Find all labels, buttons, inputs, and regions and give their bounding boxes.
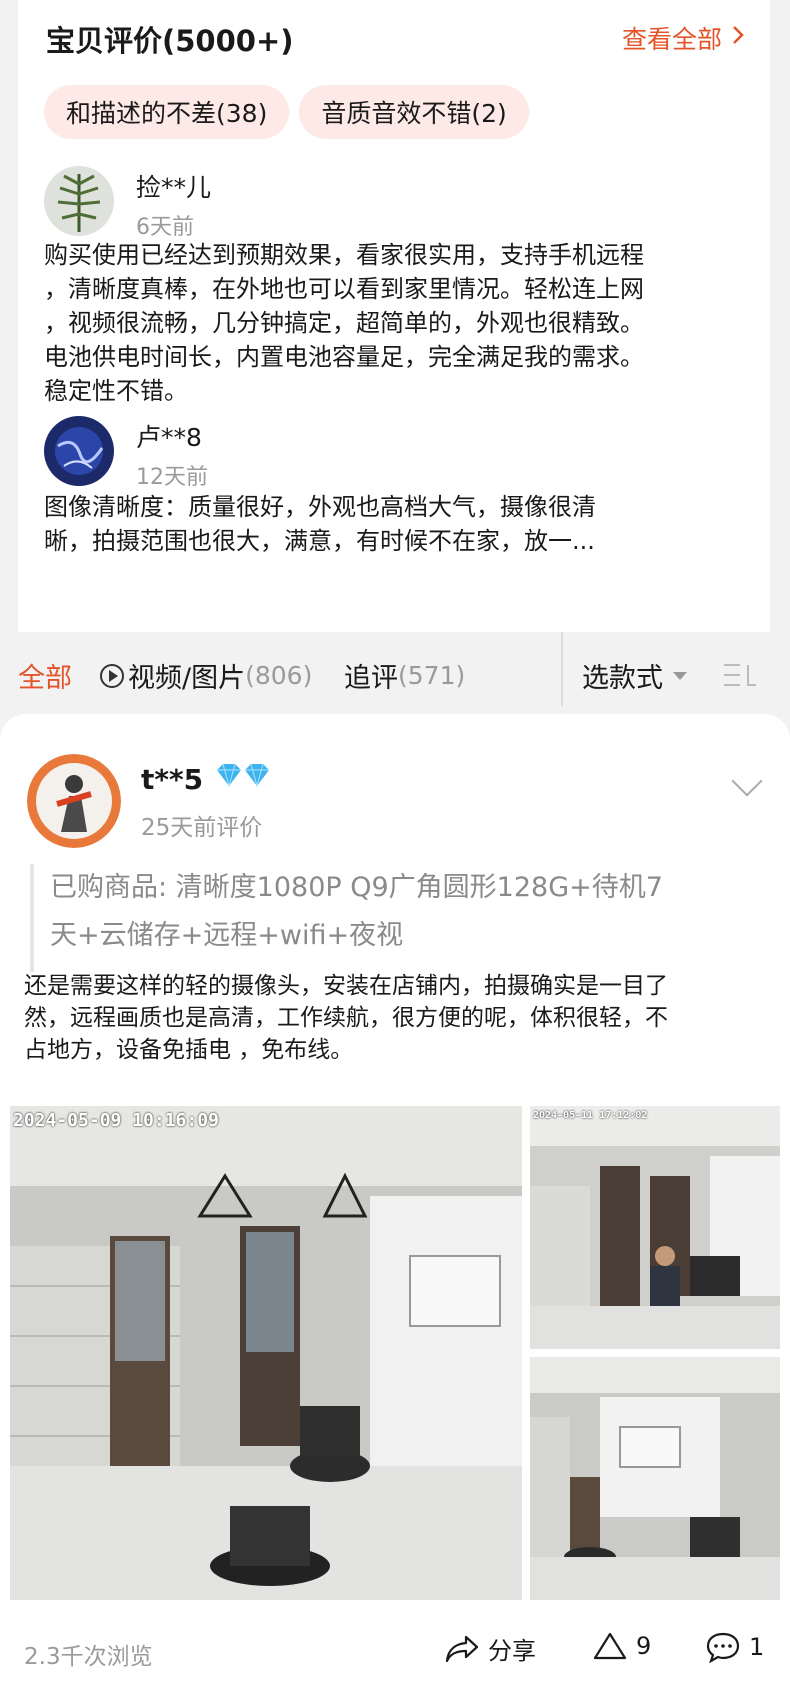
review-text-line: 占地方，设备免插电 ，免布线。 xyxy=(24,1037,354,1063)
photo-timestamp: 2024-05-09 10:16:09 xyxy=(13,1110,219,1131)
purchased-item-info: 已购商品: 清晰度1080P Q9广角圆形128G+待机7 天+云储存+远程+w… xyxy=(30,864,760,972)
review-text-line: 然，远程画质也是高清，工作续航，很方便的呢，体积很轻，不 xyxy=(24,1005,668,1031)
review-text-line: 图像清晰度：质量很好，外观也高档大气，摄像很清 xyxy=(44,493,596,521)
purchased-line: 已购商品: 清晰度1080P Q9广角圆形128G+待机7 xyxy=(50,872,663,903)
tab-video-photo[interactable]: 视频/图片 (806) xyxy=(100,656,312,695)
share-icon xyxy=(445,1635,479,1662)
reviewer-name: 卢**8 xyxy=(136,423,202,452)
comment-button[interactable]: 1 xyxy=(705,1631,764,1663)
tab-follow-up-label: 追评 xyxy=(344,663,398,694)
view-all-link[interactable]: 查看全部 xyxy=(622,20,744,56)
share-button[interactable]: 分享 xyxy=(444,1631,536,1666)
select-style-label: 选款式 xyxy=(582,663,663,694)
review-card: t**5 25天前评价 已购商品: 清晰度1080P Q9广角圆形128G+待机… xyxy=(0,714,790,1687)
review-date: 12天前 xyxy=(136,465,208,490)
review-text-line: 晰，拍摄范围也很大，满意，有时候不在家，放一... xyxy=(44,527,595,555)
purchased-line: 天+云储存+远程+wifi+夜视 xyxy=(50,920,404,951)
review-photo[interactable]: 2024-05-11 17:12:02 xyxy=(530,1106,780,1349)
reviewer-name-row: t**5 xyxy=(141,762,273,797)
reviewer-name: 捡**儿 xyxy=(136,173,212,202)
review-text: 图像清晰度：质量很好，外观也高档大气，摄像很清 晰，拍摄范围也很大，满意，有时候… xyxy=(44,490,744,558)
review-summary-card: 宝贝评价(5000+) 查看全部 和描述的不差(38) 音质音效不错(2) 捡*… xyxy=(18,0,770,632)
like-button[interactable]: 9 xyxy=(592,1631,651,1661)
review-filter-bar: 全部 视频/图片 (806) 追评 (571) 选款式 xyxy=(0,632,790,714)
review-text-line: ，清晰度真棒，在外地也可以看到家里情况。轻松连上网 xyxy=(44,275,644,303)
review-date: 6天前 xyxy=(136,215,194,240)
like-icon xyxy=(593,1632,627,1660)
tab-follow-up-count: (571) xyxy=(398,661,466,690)
share-label: 分享 xyxy=(488,1637,536,1665)
tab-video-photo-count: (806) xyxy=(245,661,313,690)
tab-follow-up[interactable]: 追评 (571) xyxy=(344,656,465,695)
view-all-label: 查看全部 xyxy=(621,25,722,54)
review-text: 购买使用已经达到预期效果，看家很实用，支持手机远程 ，清晰度真棒，在外地也可以看… xyxy=(44,238,744,408)
like-count: 9 xyxy=(636,1632,652,1660)
view-count: 2.3千次浏览 xyxy=(24,1644,153,1670)
chevron-down-icon[interactable] xyxy=(731,765,763,797)
tab-divider xyxy=(561,632,563,706)
caret-down-icon xyxy=(673,671,687,680)
comment-count: 1 xyxy=(749,1633,765,1661)
review-photo[interactable]: 2024-05-09 10:16:09 xyxy=(10,1106,522,1600)
avatar[interactable] xyxy=(44,416,114,486)
review-text-line: 购买使用已经达到预期效果，看家很实用，支持手机远程 xyxy=(44,241,644,269)
avatar[interactable] xyxy=(44,166,114,236)
review-text: 还是需要这样的轻的摄像头，安装在店铺内，拍摄确实是一目了 然，远程画质也是高清，… xyxy=(24,970,774,1066)
review-tag[interactable]: 音质音效不错(2) xyxy=(299,85,529,139)
review-tags: 和描述的不差(38) 音质音效不错(2) xyxy=(44,85,529,139)
review-photo[interactable] xyxy=(530,1357,780,1600)
review-actions: 2.3千次浏览 分享 9 1 xyxy=(0,1619,790,1679)
review-text-line: 电池供电时间长，内置电池容量足，完全满足我的需求。 xyxy=(44,343,644,371)
review-text-line: ，视频很流畅，几分钟搞定，超简单的，外观也很精致。 xyxy=(44,309,644,337)
photo-timestamp: 2024-05-11 17:12:02 xyxy=(533,1110,648,1121)
tab-video-photo-label: 视频/图片 xyxy=(128,663,246,694)
review-text-line: 还是需要这样的轻的摄像头，安装在店铺内，拍摄确实是一目了 xyxy=(24,973,668,999)
play-circle-icon xyxy=(100,663,124,688)
tab-all[interactable]: 全部 xyxy=(18,656,72,695)
reviewer-name: t**5 xyxy=(141,763,204,796)
avatar[interactable] xyxy=(27,754,121,848)
select-style-dropdown[interactable]: 选款式 xyxy=(582,656,687,695)
review-text-line: 稳定性不错。 xyxy=(44,377,188,405)
comment-icon xyxy=(706,1632,740,1663)
review-tag[interactable]: 和描述的不差(38) xyxy=(44,85,290,139)
chevron-right-icon xyxy=(732,25,744,51)
review-date: 25天前评价 xyxy=(141,815,263,841)
reviews-title: 宝贝评价(5000+) xyxy=(46,24,294,58)
menu-icon[interactable] xyxy=(722,662,758,688)
diamond-icon xyxy=(213,762,273,797)
